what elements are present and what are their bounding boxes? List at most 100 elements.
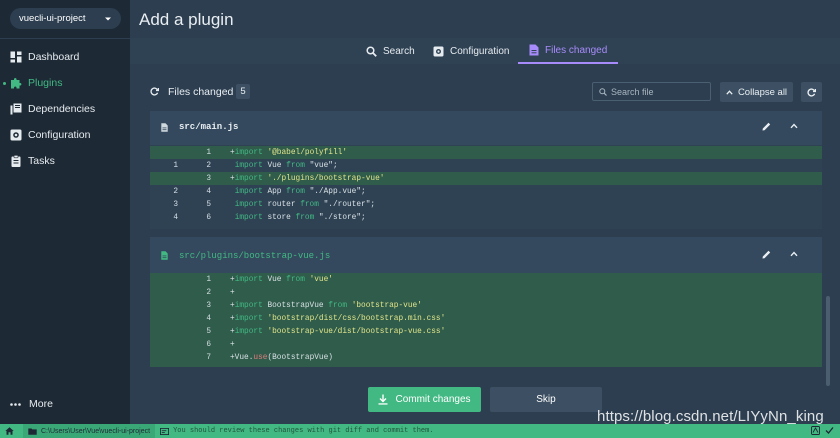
diff-line: 3 5 import router from "./router"; bbox=[150, 198, 822, 211]
more-button[interactable]: More bbox=[10, 398, 53, 410]
new-line-number: 2 bbox=[206, 161, 211, 170]
new-line-number: 7 bbox=[206, 353, 211, 362]
diff-panel-header: src/plugins/bootstrap-vue.js bbox=[150, 237, 822, 273]
diff-code: +Vue.use(BootstrapVue) bbox=[230, 353, 333, 362]
sidebar-nav: Dashboard Plugins Dependencies Configura… bbox=[0, 44, 130, 174]
console-icon bbox=[160, 427, 170, 435]
new-line-number: 5 bbox=[206, 327, 211, 336]
translate-icon[interactable] bbox=[811, 426, 820, 435]
diff-line: 4 6 import store from "./store"; bbox=[150, 211, 822, 224]
diff-code: import store from "./store"; bbox=[234, 213, 366, 222]
status-bar: C:\Users\User\Vue\vuecli-ui-project You … bbox=[0, 424, 840, 438]
gear-icon bbox=[433, 46, 444, 57]
refresh-icon[interactable] bbox=[150, 87, 159, 96]
sidebar-item-label: Plugins bbox=[28, 77, 63, 89]
diff-file-name: src/plugins/bootstrap-vue.js bbox=[179, 251, 331, 261]
download-icon bbox=[378, 394, 388, 405]
diff-code: + bbox=[230, 340, 235, 349]
gear-icon bbox=[10, 129, 22, 141]
reload-button[interactable] bbox=[801, 82, 822, 102]
diff-panel-bootstrap-vue-js: src/plugins/bootstrap-vue.js 1 +import V… bbox=[150, 237, 822, 367]
new-line-number: 5 bbox=[206, 200, 211, 209]
sidebar-item-label: Configuration bbox=[28, 129, 91, 141]
page-title: Add a plugin bbox=[139, 10, 234, 29]
library-icon bbox=[10, 103, 22, 115]
status-path: C:\Users\User\Vue\vuecli-ui-project bbox=[41, 427, 151, 435]
diff-code: +import 'bootstrap-vue/dist/bootstrap-vu… bbox=[230, 327, 446, 336]
tab-files-changed[interactable]: Files changed bbox=[518, 38, 619, 64]
diff-code: import Vue from "vue"; bbox=[234, 161, 338, 170]
chevron-up-icon bbox=[726, 89, 733, 95]
new-line-number: 1 bbox=[206, 148, 211, 157]
old-line-number: 4 bbox=[173, 213, 178, 222]
new-line-number: 3 bbox=[206, 301, 211, 310]
tab-configuration[interactable]: Configuration bbox=[433, 38, 509, 64]
diff-code: +import 'bootstrap/dist/css/bootstrap.mi… bbox=[230, 314, 446, 323]
status-folder[interactable]: C:\Users\User\Vue\vuecli-ui-project bbox=[23, 424, 156, 438]
diff-lines: 1 +import Vue from 'vue' 2 + 3 +import B… bbox=[150, 273, 822, 367]
diff-line: 4 +import 'bootstrap/dist/css/bootstrap.… bbox=[150, 312, 822, 325]
search-file-input[interactable] bbox=[611, 86, 706, 97]
active-indicator bbox=[3, 81, 6, 85]
tab-label: Files changed bbox=[545, 44, 608, 56]
diff-line: 1 +import '@babel/polyfill' bbox=[150, 146, 822, 159]
file-icon bbox=[161, 123, 168, 132]
chevron-up-icon[interactable] bbox=[790, 251, 798, 257]
refresh-icon bbox=[807, 87, 816, 97]
sidebar-item-label: Dependencies bbox=[28, 103, 96, 115]
skip-label: Skip bbox=[536, 394, 556, 405]
new-line-number: 3 bbox=[206, 174, 211, 183]
files-count-badge: 5 bbox=[236, 84, 250, 99]
diff-code: + bbox=[230, 288, 235, 297]
chevron-up-icon[interactable] bbox=[790, 123, 798, 129]
sidebar-item-configuration[interactable]: Configuration bbox=[0, 122, 130, 148]
new-line-number: 1 bbox=[206, 276, 211, 284]
folder-icon bbox=[28, 428, 37, 435]
status-log[interactable]: You should review these changes with git… bbox=[155, 424, 438, 438]
old-line-number: 2 bbox=[173, 187, 178, 196]
new-line-number: 4 bbox=[206, 187, 211, 196]
sidebar-item-label: Dashboard bbox=[28, 51, 80, 63]
old-line-number: 1 bbox=[173, 161, 178, 170]
diff-line: 1 2 import Vue from "vue"; bbox=[150, 159, 822, 172]
project-selector[interactable]: vuecli-ui-project bbox=[10, 8, 121, 29]
new-line-number: 6 bbox=[206, 213, 211, 222]
new-line-number: 6 bbox=[206, 340, 211, 349]
commit-changes-label: Commit changes bbox=[395, 394, 471, 405]
pencil-icon[interactable] bbox=[762, 122, 771, 131]
search-icon bbox=[599, 87, 607, 96]
diff-line: 7 +Vue.use(BootstrapVue) bbox=[150, 351, 822, 364]
sidebar-item-dashboard[interactable]: Dashboard bbox=[0, 44, 130, 70]
sidebar-item-label: Tasks bbox=[28, 155, 55, 167]
diff-line: 2 + bbox=[150, 286, 822, 299]
diff-panel-header: src/main.js bbox=[150, 111, 822, 145]
sidebar: vuecli-ui-project Dashboard Plugins Depe… bbox=[0, 0, 130, 424]
sidebar-item-tasks[interactable]: Tasks bbox=[0, 148, 130, 174]
diff-code: +import Vue from 'vue' bbox=[230, 276, 333, 284]
status-right-icons bbox=[811, 426, 834, 435]
old-line-number: 3 bbox=[173, 200, 178, 209]
sidebar-item-plugins[interactable]: Plugins bbox=[0, 70, 130, 96]
new-line-number: 4 bbox=[206, 314, 211, 323]
scrollbar[interactable] bbox=[826, 296, 830, 386]
collapse-all-button[interactable]: Collapse all bbox=[720, 82, 793, 102]
commit-changes-button[interactable]: Commit changes bbox=[368, 387, 481, 412]
diff-line: 5 +import 'bootstrap-vue/dist/bootstrap-… bbox=[150, 325, 822, 338]
status-home[interactable] bbox=[0, 424, 23, 438]
diff-line: 6 + bbox=[150, 338, 822, 351]
sidebar-divider bbox=[0, 38, 130, 39]
skip-button[interactable]: Skip bbox=[490, 387, 602, 412]
diff-code: +import '@babel/polyfill' bbox=[230, 148, 347, 157]
file-icon bbox=[161, 251, 168, 260]
check-icon[interactable] bbox=[825, 426, 834, 435]
tab-search[interactable]: Search bbox=[366, 38, 415, 64]
diff-panel-main-js: src/main.js 1 +import '@babel/polyfill' … bbox=[150, 111, 822, 229]
diff-file-name: src/main.js bbox=[179, 122, 239, 132]
sidebar-item-dependencies[interactable]: Dependencies bbox=[0, 96, 130, 122]
diff-line: 3 +import './plugins/bootstrap-vue' bbox=[150, 172, 822, 185]
diff-code: +import './plugins/bootstrap-vue' bbox=[230, 174, 385, 183]
pencil-icon[interactable] bbox=[762, 250, 771, 259]
puzzle-icon bbox=[10, 77, 22, 89]
search-file-field[interactable] bbox=[592, 82, 711, 101]
files-changed-label: Files changed bbox=[168, 86, 234, 98]
